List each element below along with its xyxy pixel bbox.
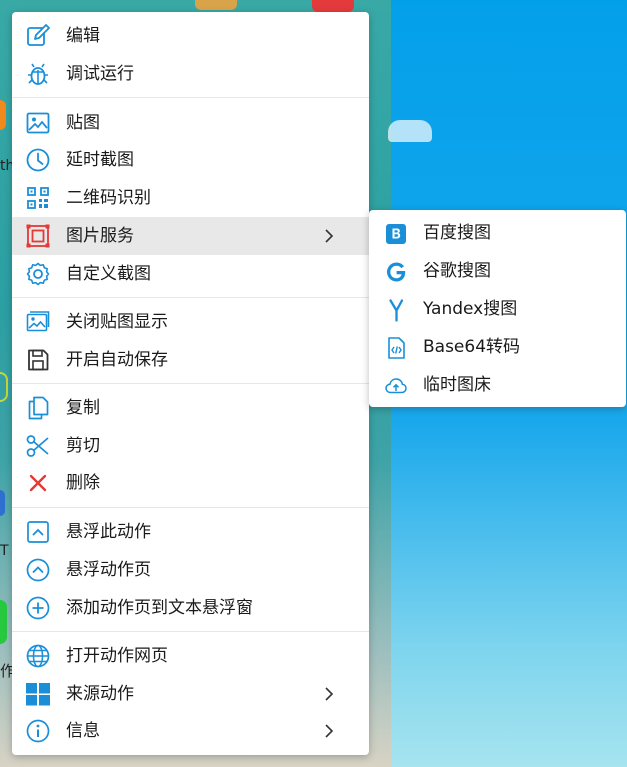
menu-item-label: 打开动作网页: [66, 646, 168, 666]
menu-item-label: 悬浮此动作: [66, 522, 151, 542]
globe-icon: [24, 643, 52, 669]
menu-item-label: 剪切: [66, 436, 100, 456]
menu-item-label: 关闭贴图显示: [66, 312, 168, 332]
menu-item-label: 调试运行: [66, 64, 134, 84]
desktop-app-icon[interactable]: [0, 100, 6, 130]
yandex-icon: [389, 299, 404, 322]
menu-item-float-action[interactable]: 悬浮此动作: [12, 513, 369, 551]
menu-item-add-to-text-float[interactable]: 添加动作页到文本悬浮窗: [12, 589, 369, 627]
menu-separator: [12, 97, 369, 98]
menu-item-delayed-screenshot[interactable]: 延时截图: [12, 141, 369, 179]
menu-item-hide-pinned[interactable]: 关闭贴图显示: [12, 303, 369, 341]
submenu-item-baidu-search[interactable]: 百度搜图: [369, 214, 626, 252]
desktop-app-icon[interactable]: [312, 0, 354, 12]
desktop-app-icon[interactable]: [0, 372, 8, 402]
scissors-icon: [24, 433, 52, 459]
qr-code-icon: [24, 185, 52, 211]
clock-icon: [24, 147, 52, 173]
submenu-item-label: 谷歌搜图: [423, 261, 491, 281]
menu-item-edit[interactable]: 编辑: [12, 17, 369, 55]
menu-separator: [12, 297, 369, 298]
images-icon: [24, 309, 52, 335]
submenu-item-label: 百度搜图: [423, 223, 491, 243]
add-circle-icon: [24, 595, 52, 621]
chevron-right-icon: [325, 229, 334, 243]
menu-item-image-services[interactable]: 图片服务: [12, 217, 369, 255]
menu-item-custom-screenshot[interactable]: 自定义截图: [12, 255, 369, 293]
menu-item-label: 复制: [66, 398, 100, 418]
submenu-item-label: Yandex搜图: [423, 299, 518, 319]
image-services-submenu: 百度搜图 谷歌搜图 Yandex搜图 Base64转码 临时图床: [369, 210, 626, 407]
float-square-icon: [24, 519, 52, 545]
cloud-decoration: [388, 120, 432, 142]
menu-item-pin-image[interactable]: 贴图: [12, 104, 369, 142]
submenu-item-google-search[interactable]: 谷歌搜图: [369, 252, 626, 290]
menu-item-label: 贴图: [66, 113, 100, 133]
menu-item-label: 来源动作: [66, 684, 134, 704]
copy-icon: [24, 395, 52, 421]
menu-item-float-page[interactable]: 悬浮动作页: [12, 551, 369, 589]
cloud-upload-icon: [385, 378, 407, 394]
submenu-item-yandex-search[interactable]: Yandex搜图: [369, 290, 626, 328]
screenshot-frame-icon: [24, 223, 52, 249]
desktop-app-icon[interactable]: [0, 490, 5, 516]
menu-separator: [12, 383, 369, 384]
menu-item-label: 编辑: [66, 26, 100, 46]
menu-item-info[interactable]: 信息: [12, 712, 369, 750]
image-icon: [24, 110, 52, 136]
menu-item-open-webpage[interactable]: 打开动作网页: [12, 637, 369, 675]
menu-separator: [12, 507, 369, 508]
windows-icon: [24, 681, 52, 707]
menu-item-cut[interactable]: 剪切: [12, 427, 369, 465]
menu-item-label: 自定义截图: [66, 264, 151, 284]
close-icon: [24, 470, 52, 496]
menu-item-source-action[interactable]: 来源动作: [12, 675, 369, 713]
context-menu: 编辑 调试运行 贴图 延时截图 二维码识别 图片服务 自定义截图 关闭贴图显示 …: [12, 12, 369, 755]
menu-item-label: 二维码识别: [66, 188, 151, 208]
submenu-item-label: Base64转码: [423, 337, 521, 357]
menu-item-delete[interactable]: 删除: [12, 464, 369, 502]
gear-icon: [24, 261, 52, 287]
menu-item-label: 添加动作页到文本悬浮窗: [66, 598, 253, 618]
desktop-label: T: [0, 543, 9, 559]
info-icon: [24, 718, 52, 744]
bug-icon: [24, 61, 52, 87]
code-file-icon: [388, 337, 405, 359]
save-icon: [24, 347, 52, 373]
menu-item-label: 悬浮动作页: [66, 560, 151, 580]
menu-item-copy[interactable]: 复制: [12, 389, 369, 427]
float-circle-icon: [24, 557, 52, 583]
menu-item-label: 延时截图: [66, 150, 134, 170]
chevron-right-icon: [325, 724, 334, 738]
chevron-right-icon: [325, 687, 334, 701]
submenu-item-base64[interactable]: Base64转码: [369, 328, 626, 366]
menu-item-enable-autosave[interactable]: 开启自动保存: [12, 341, 369, 379]
menu-item-debug-run[interactable]: 调试运行: [12, 55, 369, 93]
submenu-item-label: 临时图床: [423, 375, 491, 395]
google-icon: [387, 262, 406, 282]
menu-item-label: 图片服务: [66, 226, 134, 246]
menu-item-qr-recognition[interactable]: 二维码识别: [12, 179, 369, 217]
edit-icon: [24, 23, 52, 49]
menu-separator: [12, 631, 369, 632]
desktop-app-icon[interactable]: [195, 0, 237, 10]
submenu-item-temp-image-host[interactable]: 临时图床: [369, 366, 626, 404]
baidu-icon: [386, 224, 406, 244]
menu-item-label: 信息: [66, 721, 100, 741]
desktop-app-icon[interactable]: [0, 600, 7, 644]
menu-item-label: 删除: [66, 473, 100, 493]
menu-item-label: 开启自动保存: [66, 350, 168, 370]
